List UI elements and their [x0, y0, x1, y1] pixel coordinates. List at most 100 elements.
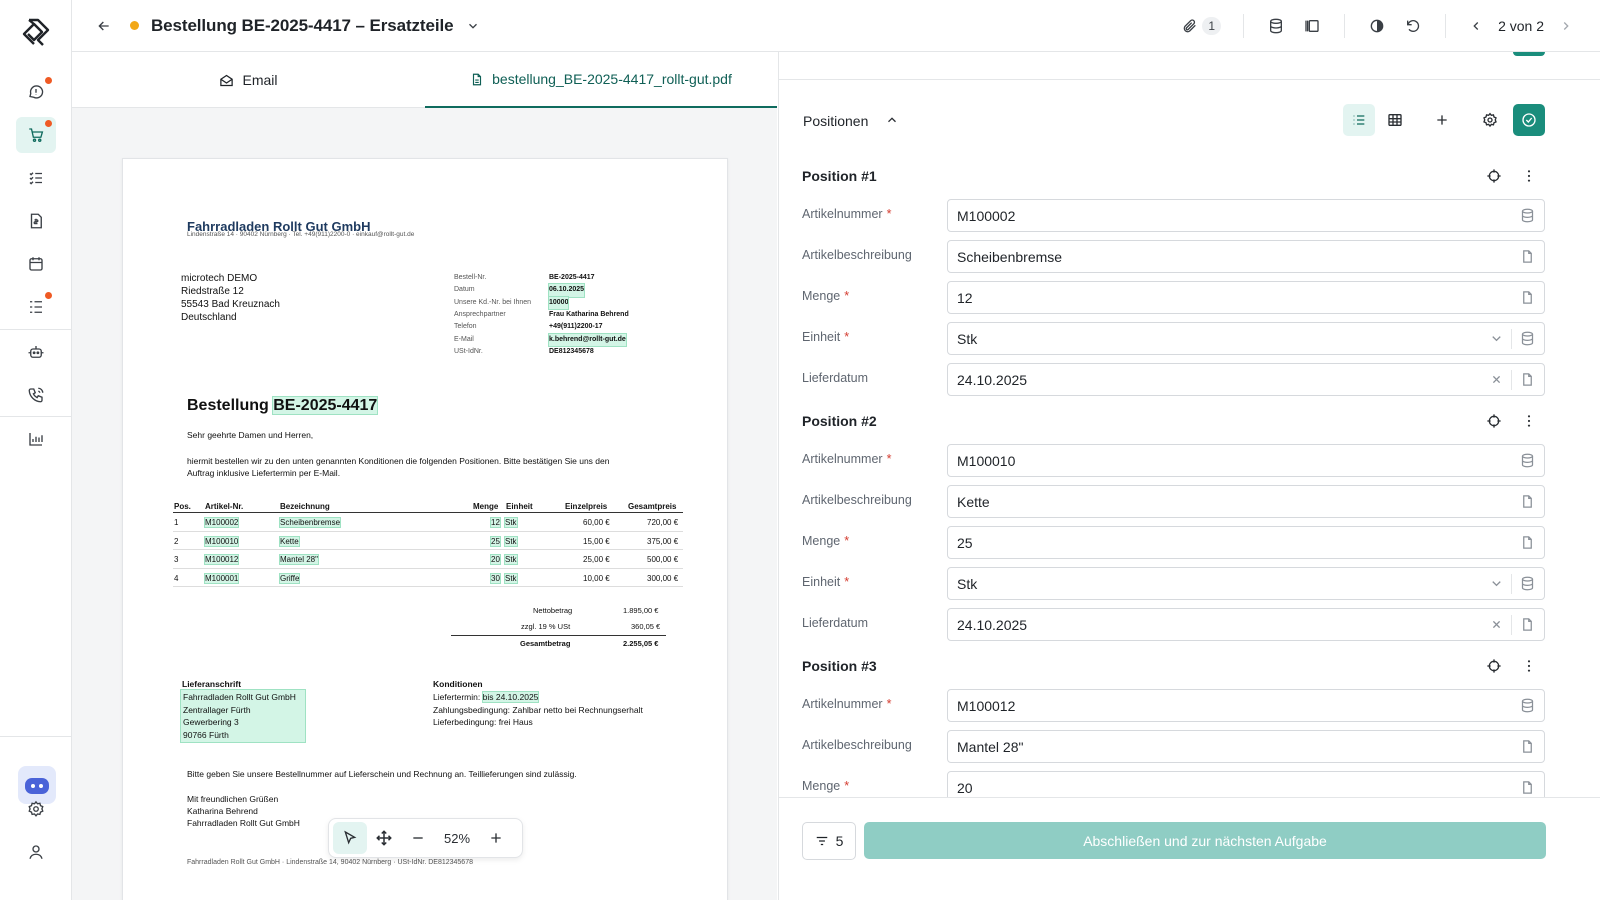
locate-crosshair-icon[interactable]	[1478, 650, 1510, 682]
nav-phone-icon[interactable]	[16, 377, 56, 413]
document-icon[interactable]	[1520, 535, 1535, 550]
nav-calendar-icon[interactable]	[16, 246, 56, 282]
table-cell: Stk	[504, 554, 518, 565]
previous-chevron-left-icon[interactable]	[1462, 10, 1490, 42]
table-cell: 12	[490, 517, 501, 528]
meta-value: BE-2025-4417	[549, 274, 595, 281]
delivery-date-input[interactable]: 24.10.2025	[947, 608, 1545, 641]
title-chevron-down-icon[interactable]	[461, 14, 485, 38]
label-text: Einheit	[802, 330, 841, 344]
unit-select[interactable]: Stk	[947, 322, 1545, 355]
section-settings-gear-icon[interactable]	[1474, 104, 1506, 136]
tab-email[interactable]: Email	[72, 52, 425, 108]
document-icon[interactable]	[1520, 494, 1535, 509]
tab-pdf[interactable]: bestellung_BE-2025-4417_rollt-gut.pdf	[425, 52, 777, 108]
unit-select[interactable]: Stk	[947, 567, 1545, 600]
description-input[interactable]: Kette	[947, 485, 1545, 518]
doc-heading-number: BE-2025-4417	[272, 396, 379, 415]
contrast-icon[interactable]	[1361, 10, 1393, 42]
nav-cart-icon[interactable]	[16, 117, 56, 153]
delivery-line: 90766 Fürth	[183, 729, 229, 740]
table-cell: Scheibenbremse	[278, 517, 342, 528]
clear-x-icon[interactable]	[1489, 372, 1504, 387]
unit-label: Einheit *	[802, 330, 850, 344]
field-value: 24.10.2025	[957, 371, 1028, 388]
table-cell: 25	[490, 535, 501, 547]
table-cell: 20	[490, 554, 501, 565]
collapse-chevron-up-icon[interactable]	[879, 104, 905, 136]
zoom-out-minus-icon[interactable]	[401, 822, 435, 854]
article-number-input[interactable]: M100012	[947, 689, 1545, 722]
nav-user-icon[interactable]	[16, 834, 56, 870]
nav-robot-icon[interactable]	[16, 334, 56, 370]
add-plus-icon[interactable]	[1426, 104, 1458, 136]
nav-analytics-icon[interactable]	[16, 421, 56, 457]
document-icon[interactable]	[1520, 290, 1535, 305]
database-icon[interactable]	[1520, 208, 1535, 223]
more-vertical-icon[interactable]	[1513, 161, 1545, 192]
delivery-date-input[interactable]: 24.10.2025	[947, 363, 1545, 396]
field-value: M100002	[957, 207, 1016, 224]
table-row: 2 M100010 Kette 25 Stk 15,00 € 375,00 €	[173, 532, 683, 550]
delivery-date-label: Lieferdatum	[802, 371, 868, 385]
zoom-in-plus-icon[interactable]	[479, 822, 513, 854]
delivery-line: Gewerbering 3	[183, 717, 239, 727]
locate-crosshair-icon[interactable]	[1478, 161, 1510, 192]
nav-checklist-icon[interactable]	[16, 289, 56, 325]
more-vertical-icon[interactable]	[1513, 405, 1545, 437]
meta-label: USt-IdNr.	[454, 347, 483, 355]
position-title: Position #2	[802, 413, 877, 429]
table-view-icon[interactable]	[1379, 104, 1411, 136]
quantity-input[interactable]: 12	[947, 281, 1545, 314]
description-input[interactable]: Scheibenbremse	[947, 240, 1545, 273]
viewer-toolbar: 52%	[328, 818, 523, 858]
doc-note: Bitte geben Sie unsere Bestellnummer auf…	[187, 769, 577, 779]
nav-chat-icon[interactable]	[16, 74, 56, 110]
quantity-input[interactable]: 25	[947, 526, 1545, 559]
confirm-check-circle-icon[interactable]	[1513, 104, 1545, 136]
attachments-button[interactable]: 1	[1176, 10, 1227, 42]
panel-layout-icon[interactable]	[1296, 10, 1328, 42]
database-icon[interactable]	[1260, 10, 1292, 42]
filter-button[interactable]: 5	[802, 822, 856, 860]
quantity-label: Menge *	[802, 289, 850, 303]
description-input[interactable]: Mantel 28"	[947, 730, 1545, 763]
database-icon[interactable]	[1520, 698, 1535, 713]
chevron-down-icon[interactable]	[1489, 576, 1504, 591]
database-icon[interactable]	[1520, 453, 1535, 468]
article-number-input[interactable]: M100010	[947, 444, 1545, 477]
next-chevron-right-icon[interactable]	[1552, 10, 1580, 42]
article-number-input[interactable]: M100002	[947, 199, 1545, 232]
document-icon[interactable]	[1520, 739, 1535, 754]
document-icon[interactable]	[1520, 249, 1535, 264]
nav-settings-icon[interactable]	[16, 791, 56, 827]
app-logo-icon[interactable]	[18, 14, 54, 50]
pdf-viewer: Fahrradladen Rollt Gut GmbH Lindenstraße…	[72, 108, 777, 900]
document-icon[interactable]	[1520, 617, 1535, 632]
undo-icon[interactable]	[1397, 10, 1429, 42]
locate-crosshair-icon[interactable]	[1478, 405, 1510, 437]
table-cell: 15,00 €	[583, 536, 610, 546]
doc-meta-block: Bestell-Nr. BE-2025-4417 Datum 06.10.202…	[454, 272, 674, 362]
table-header-cell: Artikel-Nr.	[205, 502, 244, 511]
pan-move-icon[interactable]	[367, 822, 401, 854]
table-cell: 720,00 €	[647, 518, 679, 527]
select-cursor-icon[interactable]	[333, 822, 367, 854]
document-icon[interactable]	[1520, 780, 1535, 795]
back-arrow-icon[interactable]	[88, 10, 120, 42]
label-text: Lieferdatum	[802, 371, 869, 385]
quantity-input[interactable]: 20	[947, 771, 1545, 797]
nav-invoice-icon[interactable]	[16, 203, 56, 239]
more-vertical-icon[interactable]	[1513, 650, 1545, 682]
database-icon[interactable]	[1520, 576, 1535, 591]
list-view-icon[interactable]	[1343, 104, 1375, 136]
table-row: 4 M100001 Griffe 30 Stk 10,00 € 300,00 €	[173, 569, 683, 587]
database-icon[interactable]	[1520, 331, 1535, 346]
clear-x-icon[interactable]	[1489, 617, 1504, 632]
nav-tasks-icon[interactable]	[16, 160, 56, 196]
chevron-down-icon[interactable]	[1489, 331, 1504, 346]
cond-line: Lieferbedingung: frei Haus	[433, 717, 533, 727]
field-value: 20	[957, 779, 973, 796]
document-icon[interactable]	[1520, 372, 1535, 387]
complete-next-task-button[interactable]: Abschließen und zur nächsten Aufgabe	[864, 822, 1546, 859]
